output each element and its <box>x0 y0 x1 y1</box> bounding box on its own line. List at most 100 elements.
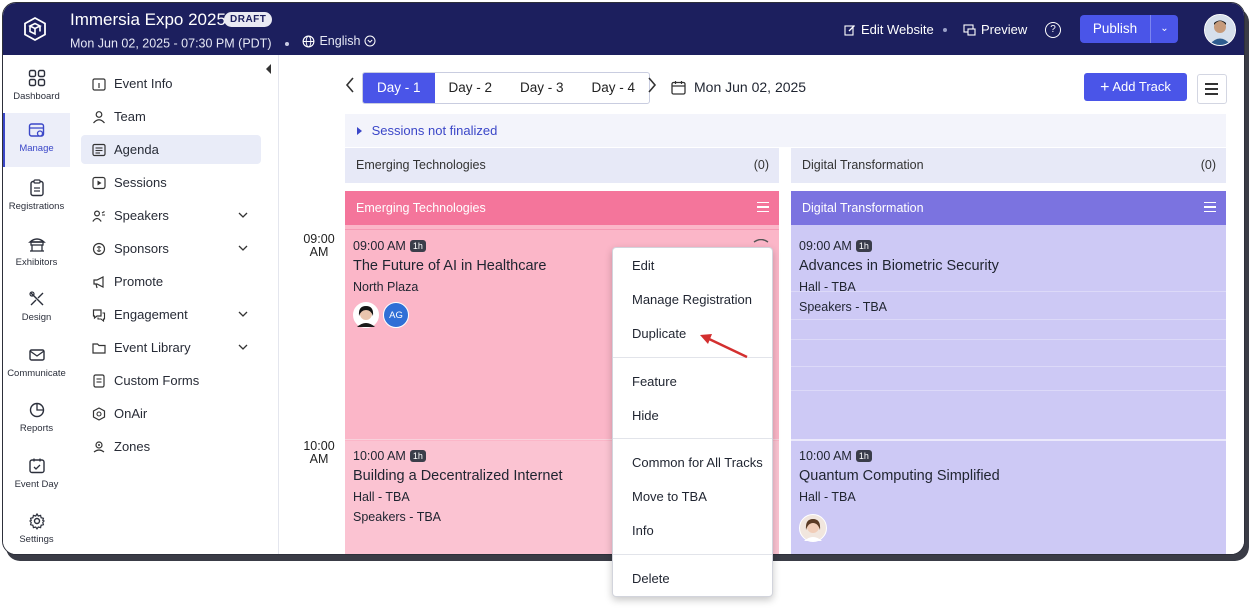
tab-day-3[interactable]: Day - 3 <box>506 73 578 103</box>
previous-day-chevron-left-icon[interactable] <box>345 77 355 93</box>
rail-label: Reports <box>19 423 54 434</box>
session-options-icon[interactable] <box>752 239 770 249</box>
separator-dot <box>284 42 289 47</box>
rail-label: Settings <box>19 534 54 545</box>
menu-item-common-for-all-tracks[interactable]: Common for All Tracks <box>632 455 763 470</box>
speaker-avatars <box>799 514 1218 545</box>
subnav-item-event-library[interactable]: Event Library <box>81 333 261 362</box>
rail-label: Event Day <box>14 479 59 490</box>
chevron-down-icon[interactable] <box>237 209 249 221</box>
subnav-label: Sponsors <box>114 241 169 256</box>
subnav-item-event-info[interactable]: Event Info <box>81 69 261 98</box>
track-header[interactable]: Digital Transformation <box>791 191 1226 225</box>
design-tools-icon <box>28 291 43 306</box>
chevron-down-icon[interactable] <box>237 341 249 353</box>
divider <box>791 319 1226 320</box>
subnav-label: OnAir <box>114 406 148 421</box>
subnav-item-custom-forms[interactable]: Custom Forms <box>81 366 261 395</box>
grid-icon <box>28 69 45 87</box>
menu-item-manage-registration[interactable]: Manage Registration <box>632 292 752 307</box>
rail-item-settings[interactable]: Settings <box>3 504 70 554</box>
onair-icon <box>92 406 106 421</box>
add-track-label: Add Track <box>1112 79 1171 94</box>
menu-item-move-to-tba[interactable]: Move to TBA <box>632 489 707 504</box>
session-time: 10:00 AM <box>799 449 852 463</box>
chevron-down-icon[interactable] <box>237 242 249 254</box>
user-photo-icon <box>1205 15 1235 45</box>
unfinalized-track-count: (0) <box>753 158 769 172</box>
status-badge: DRAFT <box>224 12 273 27</box>
event-title: Immersia Expo 2025 <box>70 10 226 29</box>
tab-day-2[interactable]: Day - 2 <box>435 73 507 103</box>
publish-options-chevron-down-icon[interactable]: ⌄ <box>1150 15 1178 43</box>
subnav-item-onair[interactable]: OnAir <box>81 399 261 428</box>
zones-icon <box>93 440 105 452</box>
unfinalized-track-emerging-technologies[interactable]: Emerging Technologies (0) <box>345 148 779 183</box>
app-logo-icon[interactable] <box>21 15 49 43</box>
unfinalized-track-count: (0) <box>1200 158 1216 172</box>
subnav-item-team[interactable]: Team <box>81 102 261 131</box>
unfinalized-track-digital-transformation[interactable]: Digital Transformation (0) <box>791 148 1226 183</box>
duration-badge: 1h <box>855 450 872 462</box>
preview-button[interactable]: Preview <box>963 22 1027 37</box>
track-menu-hamburger-icon[interactable] <box>757 202 769 215</box>
tab-day-4[interactable]: Day - 4 <box>578 73 650 103</box>
track-name: Emerging Technologies <box>356 201 486 215</box>
rail-item-event-day[interactable]: Event Day <box>3 449 70 499</box>
rail-item-manage[interactable]: Manage <box>3 113 70 167</box>
rail-item-exhibitors[interactable]: Exhibitors <box>3 227 70 277</box>
subnav-label: Agenda <box>114 142 159 157</box>
menu-item-delete[interactable]: Delete <box>632 571 670 586</box>
divider <box>345 229 779 230</box>
rail-item-reports[interactable]: Reports <box>3 393 70 443</box>
rail-label: Exhibitors <box>15 257 58 268</box>
user-avatar[interactable] <box>1204 14 1236 46</box>
collapse-sidebar-icon[interactable] <box>266 64 271 74</box>
agenda-icon <box>92 143 106 156</box>
rail-label: Communicate <box>7 368 66 379</box>
track-header[interactable]: Emerging Technologies <box>345 191 779 225</box>
rail-item-design[interactable]: Design <box>3 282 70 332</box>
speaker-avatar-photo[interactable] <box>799 514 827 542</box>
subnav-item-speakers[interactable]: Speakers <box>81 201 261 230</box>
rail-item-dashboard[interactable]: Dashboard <box>3 61 70 111</box>
help-icon[interactable]: ? <box>1045 22 1061 38</box>
add-track-button[interactable]: + Add Track <box>1084 73 1187 101</box>
menu-item-feature[interactable]: Feature <box>632 374 677 389</box>
publish-button[interactable]: Publish <box>1080 15 1150 43</box>
chevron-down-icon[interactable] <box>237 308 249 320</box>
language-selector[interactable]: English <box>302 34 376 48</box>
sessions-not-finalized-toggle[interactable]: Sessions not finalized <box>345 114 1226 147</box>
track-menu-hamburger-icon[interactable] <box>1204 202 1216 215</box>
menu-item-info[interactable]: Info <box>632 523 654 538</box>
engagement-icon <box>92 308 106 322</box>
edit-website-button[interactable]: Edit Website <box>844 22 934 37</box>
subnav-item-agenda[interactable]: Agenda <box>81 135 261 164</box>
menu-item-hide[interactable]: Hide <box>632 408 659 423</box>
rail-item-communicate[interactable]: Communicate <box>3 338 70 388</box>
session-card[interactable]: 09:00 AM 1h Advances in Biometric Securi… <box>791 231 1226 443</box>
next-day-chevron-right-icon[interactable] <box>647 77 657 93</box>
duration-badge: 1h <box>409 240 426 252</box>
menu-item-duplicate[interactable]: Duplicate <box>632 326 686 341</box>
subnav-item-zones[interactable]: Zones <box>81 432 261 461</box>
agenda-menu-hamburger-icon[interactable] <box>1197 74 1227 104</box>
menu-item-edit[interactable]: Edit <box>632 258 654 273</box>
divider <box>791 291 1226 292</box>
date-picker[interactable]: Mon Jun 02, 2025 <box>671 79 806 95</box>
gear-icon <box>28 512 45 530</box>
sessions-not-finalized-label: Sessions not finalized <box>371 123 498 138</box>
rail-item-registrations[interactable]: Registrations <box>3 171 70 221</box>
subnav-item-promote[interactable]: Promote <box>81 267 261 296</box>
subnav-item-engagement[interactable]: Engagement <box>81 300 261 329</box>
rail-label: Registrations <box>8 201 65 212</box>
subnav-item-sessions[interactable]: Sessions <box>81 168 261 197</box>
speaker-avatar-photo[interactable] <box>353 302 379 328</box>
speaker-avatar-initials[interactable]: AG <box>383 302 409 328</box>
booth-icon <box>27 238 46 252</box>
time-ampm: AM <box>309 452 329 466</box>
tab-day-1[interactable]: Day - 1 <box>363 73 435 103</box>
session-card[interactable]: 10:00 AM 1h Quantum Computing Simplified… <box>791 441 1226 554</box>
subnav-item-sponsors[interactable]: Sponsors <box>81 234 261 263</box>
event-datetime: Mon Jun 02, 2025 - 07:30 PM (PDT) <box>70 36 272 51</box>
